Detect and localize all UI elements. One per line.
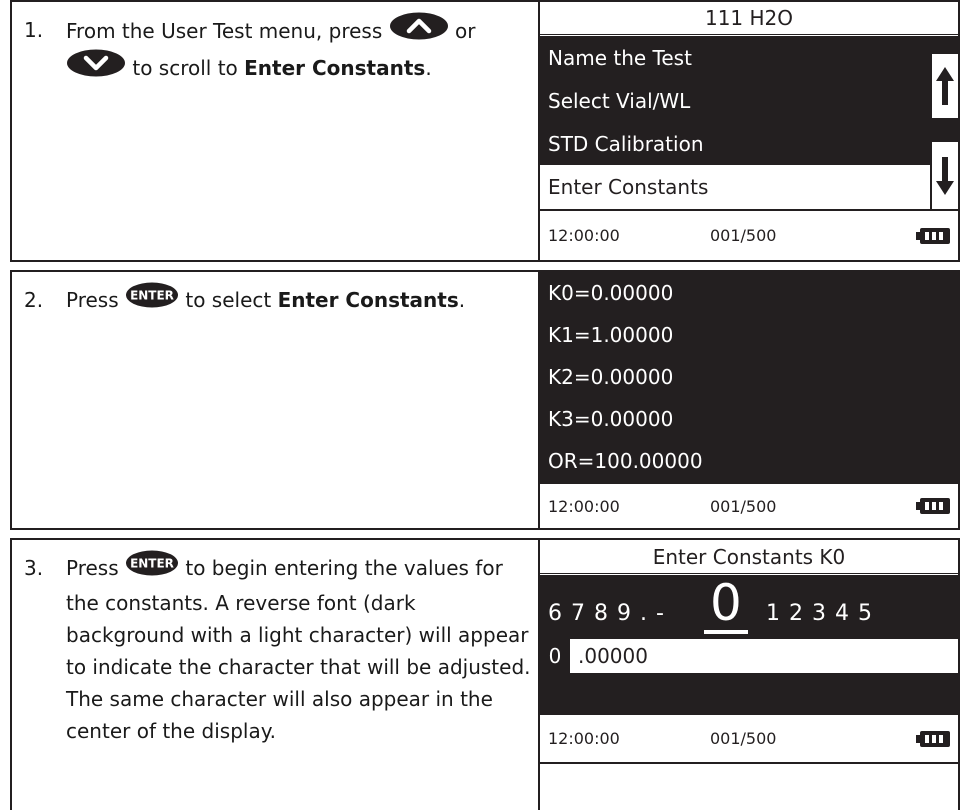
step-text-part: to select [185, 288, 272, 312]
digit-center: 0 [710, 574, 742, 632]
scroll-up-arrow-icon[interactable] [930, 54, 958, 118]
menu-item-select-vial[interactable]: Select Vial/WL [540, 79, 958, 122]
digit-center-underline [704, 630, 748, 634]
menu-item-name-test[interactable]: Name the Test [540, 36, 958, 79]
enter-button-icon: ENTER [125, 550, 179, 585]
digits-right: 1 2 3 4 5 [766, 601, 873, 626]
step-text-part: Press [66, 288, 119, 312]
step-text: Press ENTER to select Enter Constants. [66, 282, 531, 319]
step-3-panel: 3. Press ENTER to begin entering the val… [10, 538, 960, 810]
status-bar: 12:00:00 001/500 [540, 713, 958, 762]
step-number: 2. [24, 288, 44, 312]
step-text-part: Press [66, 556, 119, 580]
status-bar: 12:00:00 001/500 [540, 209, 958, 260]
step-1-instruction: 1. From the User Test menu, press or to … [12, 2, 538, 260]
constant-k2[interactable]: K2=0.00000 [540, 356, 958, 398]
digits-left: 6 7 8 9 . - [548, 601, 665, 626]
step-text-part: to scroll to [132, 56, 238, 80]
step-number: 3. [24, 556, 44, 580]
step-2-instruction: 2. Press ENTER to select Enter Constants… [12, 272, 538, 528]
svg-text:ENTER: ENTER [130, 289, 174, 303]
step-text-part: From the User Test menu, press [66, 19, 383, 43]
scroll-down-arrow-icon[interactable] [930, 142, 958, 210]
down-chevron-button-icon [66, 49, 126, 86]
digit-selector[interactable]: 6 7 8 9 . - 0 1 2 3 4 5 [540, 575, 958, 637]
status-time: 12:00:00 [548, 226, 620, 245]
menu-item-std-calibration[interactable]: STD Calibration [540, 122, 958, 165]
constant-k1[interactable]: K1=1.00000 [540, 314, 958, 356]
step-text: Press ENTER to begin entering the values… [66, 550, 531, 747]
value-field: .00000 [570, 639, 958, 673]
lcd-divider [540, 762, 958, 764]
enter-button-icon: ENTER [125, 282, 179, 317]
step-text-part: . [425, 56, 432, 80]
lcd-title: 111 H2O [540, 2, 958, 35]
battery-full-icon [916, 730, 950, 751]
battery-full-icon [916, 498, 950, 518]
step-text-bold: Enter Constants [277, 288, 459, 312]
step-number: 1. [24, 18, 44, 42]
status-time: 12:00:00 [548, 496, 620, 516]
step-3-instruction: 3. Press ENTER to begin entering the val… [12, 540, 538, 810]
step-text-part: . [458, 288, 466, 312]
lcd-screen: Enter Constants K0 6 7 8 9 . - 0 1 2 3 4… [538, 540, 958, 810]
value-cursor: 0 [548, 644, 562, 668]
lcd-blank-row [540, 675, 958, 713]
step-1-panel: 1. From the User Test menu, press or to … [10, 0, 960, 262]
step-text: From the User Test menu, press or to scr… [66, 12, 531, 88]
lcd-screen: K0=0.00000 K1=1.00000 K2=0.00000 K3=0.00… [538, 272, 958, 528]
svg-text:ENTER: ENTER [130, 557, 174, 571]
constant-k3[interactable]: K3=0.00000 [540, 398, 958, 440]
status-bar: 12:00:00 001/500 [540, 482, 958, 528]
lcd-screen: 111 H2O Name the Test Select Vial/WL STD… [538, 2, 958, 260]
status-time: 12:00:00 [548, 729, 620, 748]
battery-full-icon [916, 227, 950, 248]
constant-or[interactable]: OR=100.00000 [540, 440, 958, 482]
up-chevron-button-icon [389, 12, 449, 49]
menu-item-enter-constants-selected[interactable]: Enter Constants [540, 165, 958, 208]
step-text-part: or [454, 19, 476, 43]
step-2-panel: 2. Press ENTER to select Enter Constants… [10, 270, 960, 530]
value-entry-row[interactable]: 0 .00000 [540, 637, 958, 675]
step-text-bold: Enter Constants [244, 56, 426, 80]
constant-k0[interactable]: K0=0.00000 [540, 272, 958, 314]
lcd-title: Enter Constants K0 [540, 540, 958, 574]
